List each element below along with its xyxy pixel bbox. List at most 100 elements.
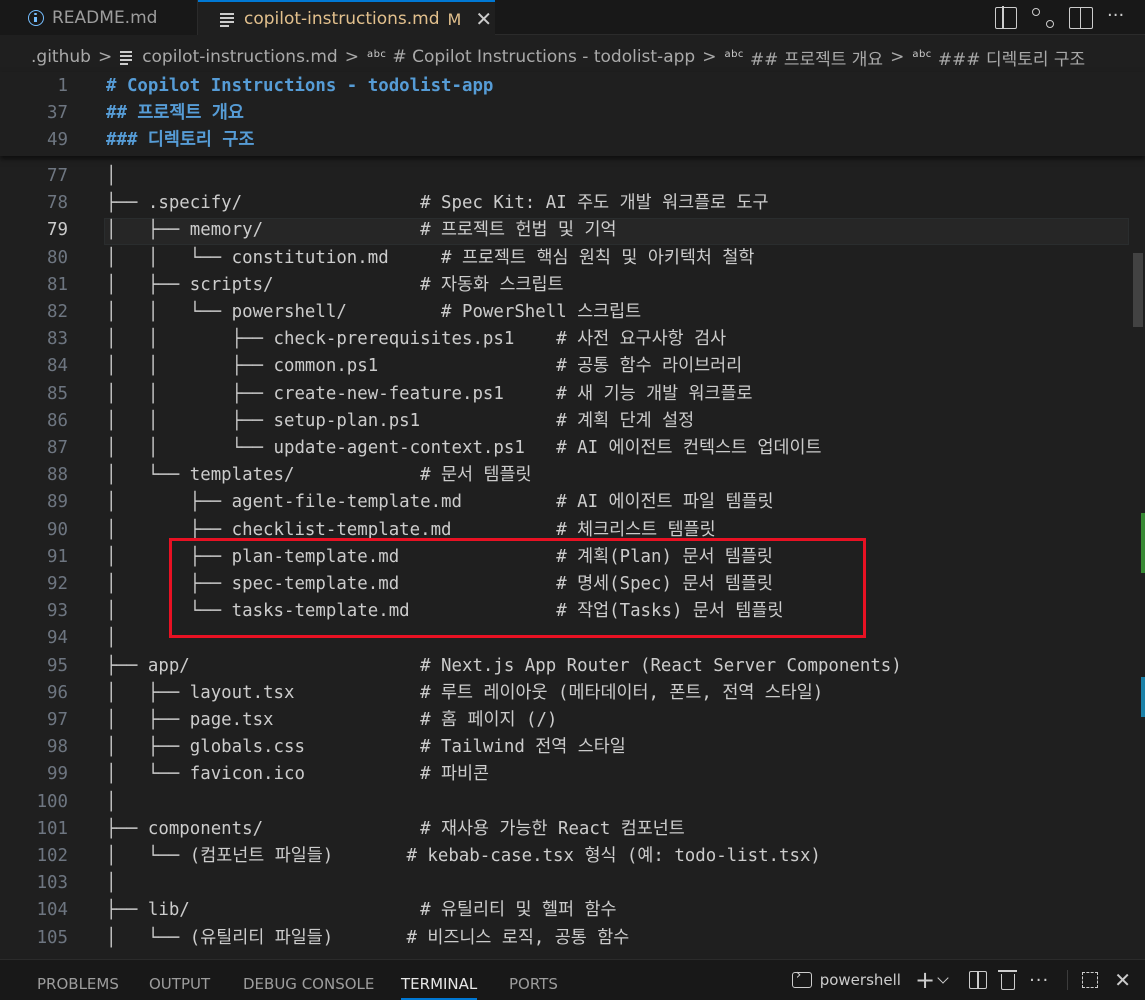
tab-label: README.md [52, 7, 158, 28]
line-number: 98 [47, 737, 68, 758]
maximize-panel-icon[interactable] [1082, 972, 1099, 988]
line-number: 94 [47, 628, 68, 649]
code-line[interactable]: 81 │ ├── scripts/ # 자동화 스크립트 [0, 272, 1130, 299]
code-line[interactable]: 78 ├── .specify/ # Spec Kit: AI 주도 개발 워크플… [0, 190, 1130, 217]
code-line-text: │ └── templates/ # 문서 템플릿 [106, 465, 532, 486]
code-line[interactable]: 98 │ ├── globals.css # Tailwind 전역 스타일 [0, 734, 1130, 761]
line-number: 93 [47, 601, 68, 622]
line-number: 80 [47, 247, 68, 268]
tab-terminal[interactable]: TERMINAL [401, 960, 478, 1000]
vertical-scrollbar[interactable] [1131, 72, 1145, 959]
tab-copilot-instructions[interactable]: copilot-instructions.md M ✕ [198, 0, 495, 36]
breadcrumb-symbol[interactable]: abc # Copilot Instructions - todolist-ap… [367, 47, 695, 67]
tab-ports[interactable]: PORTS [509, 960, 558, 1000]
close-panel-icon[interactable]: ✕ [1114, 968, 1131, 992]
code-line-text: │ │ └── constitution.md # 프로젝트 핵심 원칙 및 아… [106, 247, 755, 268]
code-line-text: │ ├── globals.css # Tailwind 전역 스타일 [106, 737, 626, 758]
code-line[interactable]: 77 │ [0, 163, 1130, 190]
line-number: 87 [47, 438, 68, 458]
breadcrumb-symbol[interactable]: abc ### 디렉토리 구조 [912, 45, 1085, 70]
line-number: 102 [36, 846, 68, 866]
code-line[interactable]: 103 │ [0, 870, 1130, 897]
code-line[interactable]: 85 │ │ ├── create-new-feature.ps1 # 새 기능 … [0, 381, 1130, 408]
vscode-window: README.md copilot-instructions.md M ✕ ··… [0, 0, 1145, 1000]
code-line[interactable]: 104 ├── lib/ # 유틸리티 및 헬퍼 함수 [0, 897, 1130, 924]
tab-output[interactable]: OUTPUT [149, 960, 210, 1000]
code-line-text: │ └── (유틸리티 파일들) # 비즈니스 로직, 공통 함수 [106, 927, 630, 948]
line-number: 99 [47, 764, 68, 785]
sticky-scroll-header[interactable]: 1 # Copilot Instructions - todolist-app 37… [0, 72, 1145, 156]
code-line-text: │ ├── scripts/ # 자동화 스크립트 [106, 274, 564, 295]
code-line[interactable]: 100 │ [0, 789, 1130, 816]
tab-readme[interactable]: README.md [0, 0, 198, 35]
line-number: 1 [57, 76, 68, 96]
code-line-text: │ │ └── powershell/ # PowerShell 스크립트 [106, 302, 642, 322]
split-terminal-icon[interactable] [969, 971, 988, 989]
more-actions-icon[interactable]: ··· [1107, 6, 1131, 29]
code-line[interactable]: 89 │ ├── agent-file-template.md # AI 에이전트… [0, 489, 1130, 516]
code-line-text: ├── components/ # 재사용 가능한 React 컴포넌트 [106, 818, 685, 839]
breadcrumb-file[interactable]: copilot-instructions.md [120, 47, 338, 67]
sticky-line[interactable]: 37 ## 프로젝트 개요 [0, 100, 1130, 127]
terminal-icon[interactable] [791, 967, 812, 988]
code-line[interactable]: 102 │ └── (컴포넌트 파일들) # kebab-case.tsx 형식 … [0, 843, 1130, 870]
sticky-line[interactable]: 49 ### 디렉토리 구조 [0, 127, 1130, 154]
scroll-thumb-overview [1133, 253, 1143, 327]
code-editor[interactable]: 1 # Copilot Instructions - todolist-app 37… [0, 72, 1145, 959]
terminal-name[interactable]: powershell [820, 971, 901, 989]
line-number: 81 [47, 274, 68, 295]
string-symbol-icon: abc [366, 48, 387, 60]
code-line-text: │ │ ├── check-prerequisites.ps1 # 사전 요구사… [106, 329, 727, 350]
open-changes-icon[interactable] [995, 5, 1017, 29]
code-line-text: │ └── (컴포넌트 파일들) # kebab-case.tsx 형식 (예:… [106, 846, 821, 866]
code-line[interactable]: 86 │ │ ├── setup-plan.ps1 # 계획 단계 설정 [0, 408, 1130, 435]
line-number: 37 [47, 103, 68, 123]
code-line-text: │ ├── page.tsx # 홈 페이지 (/) [106, 710, 558, 730]
code-line[interactable]: 83 │ │ ├── check-prerequisites.ps1 # 사전 요… [0, 326, 1130, 353]
code-line[interactable]: 79 │ ├── memory/ # 프로젝트 헌법 및 기억 [0, 217, 1130, 244]
code-line-text: ├── .specify/ # Spec Kit: AI 주도 개발 워크플로 … [106, 193, 769, 214]
line-number: 103 [36, 873, 68, 894]
chevron-right-icon: > [344, 47, 359, 67]
more-icon[interactable]: ··· [1029, 970, 1049, 991]
divider [1067, 970, 1069, 990]
code-line[interactable]: 88 │ └── templates/ # 문서 템플릿 [0, 462, 1130, 489]
code-line[interactable]: 87 │ │ └── update-agent-context.ps1 # AI … [0, 435, 1130, 462]
code-line[interactable]: 95 ├── app/ # Next.js App Router (React S… [0, 653, 1130, 680]
code-line[interactable]: 80 │ │ └── constitution.md # 프로젝트 핵심 원칙 및… [0, 245, 1130, 272]
string-symbol-icon: abc [724, 48, 744, 60]
code-line[interactable]: 101 ├── components/ # 재사용 가능한 React 컴포넌트 [0, 816, 1130, 843]
code-line[interactable]: 97 │ ├── page.tsx # 홈 페이지 (/) [0, 707, 1130, 734]
code-line[interactable]: 96 │ ├── layout.tsx # 루트 레이아웃 (메타데이터, 폰트,… [0, 680, 1130, 707]
code-line[interactable]: 84 │ │ ├── common.ps1 # 공통 함수 라이브러리 [0, 353, 1130, 380]
sticky-line[interactable]: 1 # Copilot Instructions - todolist-app [0, 73, 1130, 100]
close-tab-icon[interactable]: ✕ [475, 9, 492, 29]
line-number: 86 [47, 410, 68, 431]
line-number: 97 [47, 710, 68, 730]
split-editor-icon[interactable] [1069, 6, 1093, 29]
compare-changes-icon[interactable] [1031, 7, 1055, 29]
line-number: 77 [47, 166, 68, 186]
trash-icon[interactable] [998, 970, 1018, 990]
breadcrumb-symbol[interactable]: abc ## 프로젝트 개요 [724, 45, 883, 70]
line-number: 92 [47, 574, 68, 594]
new-terminal-plus-icon[interactable]: + [915, 968, 935, 992]
code-line[interactable]: 82 │ │ └── powershell/ # PowerShell 스크립트 [0, 299, 1130, 326]
chevron-down-icon[interactable] [937, 972, 949, 984]
code-line-text: ├── lib/ # 유틸리티 및 헬퍼 함수 [106, 900, 617, 921]
code-line[interactable]: 105 │ └── (유틸리티 파일들) # 비즈니스 로직, 공통 함수 [0, 925, 1130, 952]
breadcrumb-folder[interactable]: .github [31, 47, 91, 67]
line-number: 78 [47, 193, 68, 214]
code-line-text: │ ├── layout.tsx # 루트 레이아웃 (메타데이터, 폰트, 전… [106, 682, 824, 703]
code-line-text: │ [106, 791, 117, 812]
code-line[interactable]: 99 │ └── favicon.ico # 파비콘 [0, 761, 1130, 788]
line-number: 91 [47, 546, 68, 567]
code-line-text: ├── app/ # Next.js App Router (React Ser… [106, 655, 902, 676]
code-line-text: │ [106, 873, 117, 894]
line-number: 79 [47, 220, 68, 241]
line-number: 85 [47, 383, 68, 404]
markdown-lines-icon [220, 12, 234, 27]
editor-actions: ··· [995, 0, 1145, 35]
tab-debug-console[interactable]: DEBUG CONSOLE [243, 960, 374, 1000]
tab-problems[interactable]: PROBLEMS [37, 960, 119, 1000]
